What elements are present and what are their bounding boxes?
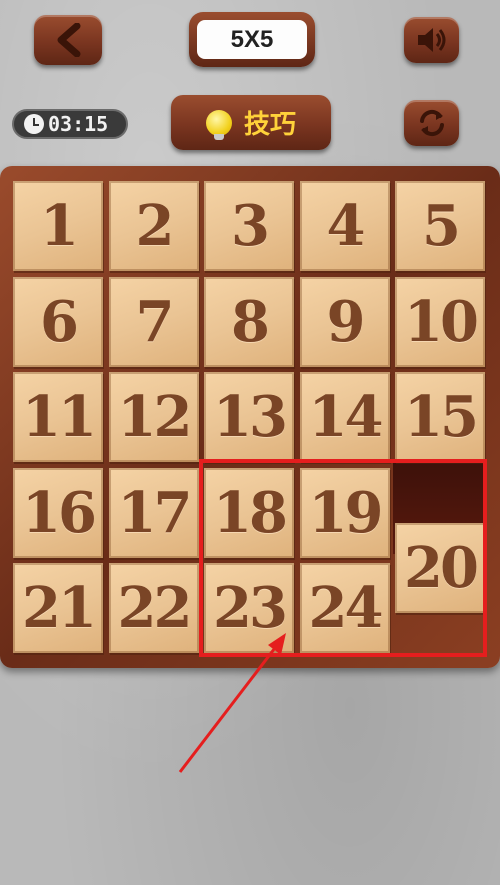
arrow-annotation	[178, 633, 286, 773]
